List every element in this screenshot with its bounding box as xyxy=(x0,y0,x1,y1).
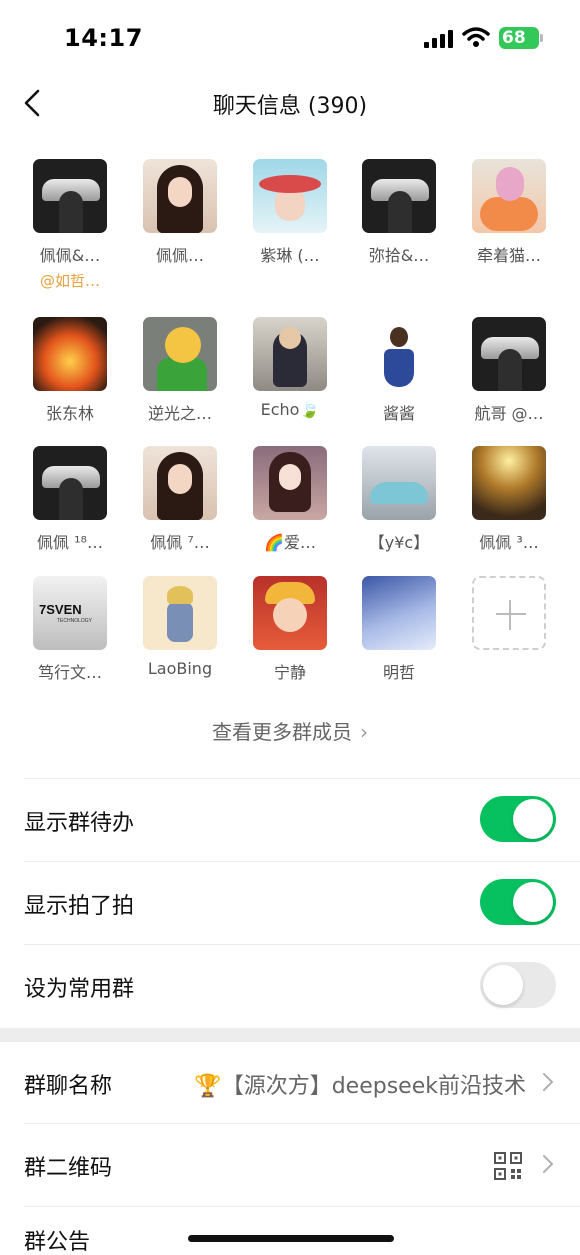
member-item[interactable]: 紫琳 (… xyxy=(235,159,345,266)
avatar xyxy=(253,159,327,233)
member-item[interactable]: 佩佩 ¹⁸… xyxy=(15,446,125,553)
qr-code-icon xyxy=(494,1152,522,1180)
avatar xyxy=(362,159,436,233)
member-item[interactable]: 7SVEN TECHNOLOGY 笃行文… xyxy=(15,576,125,683)
avatar xyxy=(472,159,546,233)
group-name-row[interactable]: 群聊名称 🏆【源次方】deepseek前沿技术 xyxy=(0,1042,580,1124)
member-name: 逆光之… xyxy=(147,404,212,423)
member-name: Echo🍃 xyxy=(260,400,320,419)
member-name: 张东林 xyxy=(45,404,94,423)
member-item[interactable]: 佩佩 ³… xyxy=(454,446,564,553)
avatar xyxy=(33,159,107,233)
avatar xyxy=(143,446,217,520)
plus-icon xyxy=(472,576,546,650)
set-frequent-label: 设为常用群 xyxy=(24,977,135,1002)
member-item[interactable]: LaoBing xyxy=(125,576,235,678)
avatar xyxy=(253,317,327,391)
member-item[interactable]: 宁静 xyxy=(235,576,345,683)
avatar xyxy=(33,446,107,520)
member-name: 弥拾&… xyxy=(368,246,430,265)
member-name: 🌈爱… xyxy=(264,533,316,552)
member-name: 紫琳 (… xyxy=(260,246,320,265)
announcement-row[interactable]: 群公告 xyxy=(0,1200,580,1255)
member-item[interactable]: 【y¥c】 xyxy=(344,446,454,553)
page-title: 聊天信息 (390) xyxy=(212,94,368,119)
logo-subtext: TECHNOLOGY xyxy=(57,618,93,624)
member-item[interactable]: 酱酱 xyxy=(344,317,454,424)
member-item[interactable]: 明哲 xyxy=(344,576,454,683)
status-bar: 14:17 68 xyxy=(0,0,580,76)
set-frequent-toggle[interactable] xyxy=(480,962,556,1008)
avatar xyxy=(472,446,546,520)
show-todo-toggle[interactable] xyxy=(480,796,556,842)
group-name-label: 群聊名称 xyxy=(24,1074,113,1099)
avatar xyxy=(472,317,546,391)
status-time: 14:17 xyxy=(64,24,143,52)
member-item[interactable]: 弥拾&… xyxy=(344,159,454,266)
see-more-members-link[interactable]: 查看更多群成员 › xyxy=(0,716,580,745)
see-more-label: 查看更多群成员 xyxy=(212,720,352,744)
announcement-label: 群公告 xyxy=(24,1230,91,1255)
group-name-value: 🏆【源次方】deepseek前沿技术 xyxy=(194,1074,526,1099)
avatar: 7SVEN TECHNOLOGY xyxy=(33,576,107,650)
group-qr-label: 群二维码 xyxy=(24,1156,113,1181)
member-item[interactable]: Echo🍃 xyxy=(235,317,345,419)
wifi-icon xyxy=(462,27,490,47)
member-name: 笃行文… xyxy=(37,663,102,682)
show-todo-row: 显示群待办 xyxy=(0,779,580,861)
member-name: LaoBing xyxy=(147,659,213,678)
member-name: 佩佩… xyxy=(155,246,204,265)
member-item[interactable]: 🌈爱… xyxy=(235,446,345,553)
member-name: 佩佩 ¹⁸… xyxy=(37,533,103,552)
show-pat-toggle[interactable] xyxy=(480,879,556,925)
member-item[interactable]: 佩佩&… @如哲… xyxy=(15,159,125,291)
cellular-signal-icon xyxy=(424,30,453,48)
member-name: 宁静 xyxy=(273,663,306,682)
avatar xyxy=(143,159,217,233)
group-qr-row[interactable]: 群二维码 xyxy=(0,1124,580,1206)
set-frequent-row: 设为常用群 xyxy=(0,945,580,1027)
member-item[interactable]: 牵着猫… xyxy=(454,159,564,266)
avatar xyxy=(362,317,436,391)
avatar xyxy=(33,317,107,391)
member-item[interactable]: 航哥 @… xyxy=(454,317,564,424)
member-name: 【y¥c】 xyxy=(368,533,430,552)
member-name: 航哥 @… xyxy=(474,404,544,423)
avatar xyxy=(253,576,327,650)
chevron-right-icon xyxy=(543,1155,553,1173)
member-name: 佩佩 ⁷… xyxy=(150,533,210,552)
member-name: 佩佩 ³… xyxy=(479,533,539,552)
battery-icon: 68 xyxy=(499,27,543,49)
member-item[interactable]: 张东林 xyxy=(15,317,125,424)
show-pat-row: 显示拍了拍 xyxy=(0,862,580,944)
home-indicator xyxy=(188,1235,394,1242)
avatar xyxy=(143,576,217,650)
show-todo-label: 显示群待办 xyxy=(24,811,135,836)
member-name: 佩佩&… xyxy=(39,246,101,265)
logo-text: 7SVEN xyxy=(39,602,82,617)
avatar xyxy=(253,446,327,520)
member-name: 酱酱 xyxy=(382,404,415,423)
battery-level: 68 xyxy=(502,28,526,48)
avatar xyxy=(362,576,436,650)
member-mention-note: @如哲… xyxy=(39,272,100,290)
add-member-button[interactable] xyxy=(454,576,564,650)
chevron-right-icon xyxy=(543,1073,553,1091)
member-name: 明哲 xyxy=(382,663,415,682)
member-item[interactable]: 逆光之… xyxy=(125,317,235,424)
nav-bar: 聊天信息 (390) xyxy=(0,76,580,132)
avatar xyxy=(143,317,217,391)
member-item[interactable]: 佩佩… xyxy=(125,159,235,266)
chevron-right-icon: › xyxy=(360,720,368,744)
member-name: 牵着猫… xyxy=(476,246,541,265)
avatar xyxy=(362,446,436,520)
member-item[interactable]: 佩佩 ⁷… xyxy=(125,446,235,553)
section-gap xyxy=(0,1028,580,1042)
show-pat-label: 显示拍了拍 xyxy=(24,894,135,919)
